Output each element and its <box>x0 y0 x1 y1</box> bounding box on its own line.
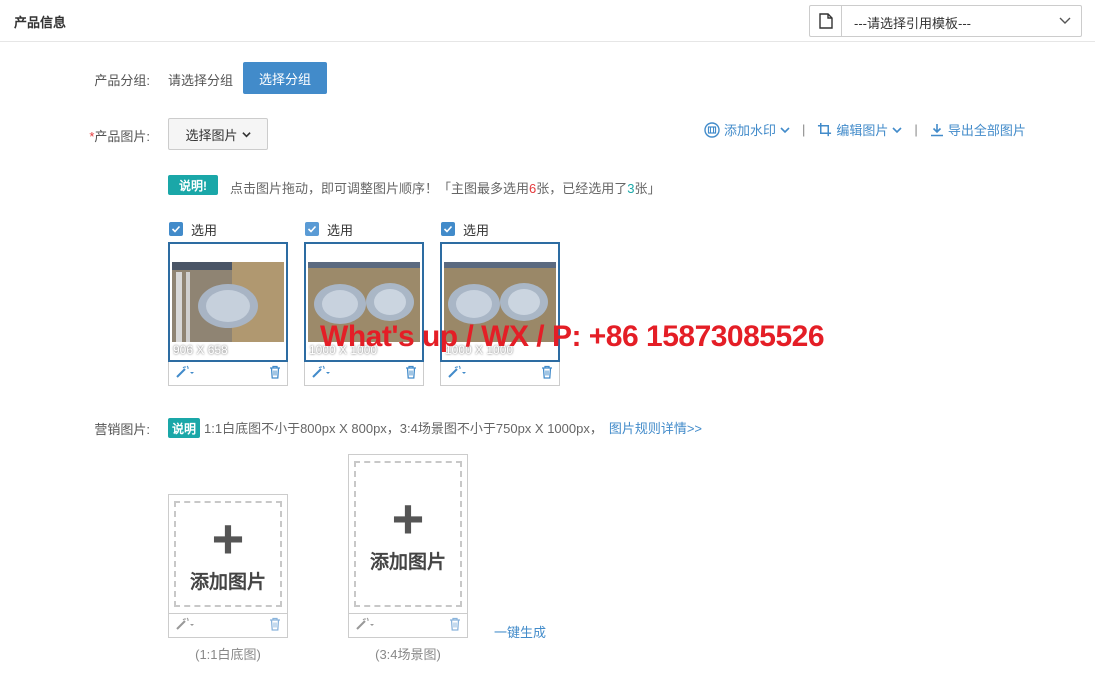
toolbar-divider: | <box>802 122 806 137</box>
group-placeholder: 请选择分组 <box>168 73 234 88</box>
toolbar-divider: | <box>914 122 918 137</box>
select-label: 选用 <box>327 222 354 238</box>
magic-wand-icon[interactable] <box>355 617 375 634</box>
trash-icon[interactable] <box>449 617 461 634</box>
template-select[interactable]: ---请选择引用模板--- <box>809 5 1082 37</box>
watermark-overlay: What's up / WX / P: +86 15873085526 <box>320 320 825 353</box>
section-header: 产品信息 ---请选择引用模板--- <box>0 0 1095 42</box>
magic-wand-icon[interactable] <box>447 365 467 382</box>
chevron-down-icon <box>780 126 790 133</box>
image-card[interactable]: 选用 906 X 658 <box>168 219 288 386</box>
plus-icon: + <box>211 506 245 570</box>
slot-footer <box>168 614 288 638</box>
checkbox-icon <box>305 222 319 236</box>
chevron-down-icon <box>892 126 902 133</box>
image-toolbar: 添加水印 | 编辑图片 | 导出全部图片 <box>704 120 1026 139</box>
file-icon <box>810 6 842 36</box>
template-select-value: ---请选择引用模板--- <box>854 16 971 31</box>
magic-wand-icon[interactable] <box>175 365 195 382</box>
add-image-label: 添加图片 <box>369 551 446 573</box>
slot-footer <box>348 614 468 638</box>
rules-detail-link[interactable]: 图片规则详情>> <box>609 421 702 436</box>
card-footer <box>168 362 288 386</box>
marketing-slot-scene: + 添加图片 (3:4场景图) <box>348 454 468 663</box>
images-label: *产品图片: <box>89 129 150 144</box>
select-images-label: 选择图片 <box>185 127 238 143</box>
chevron-down-icon <box>1059 14 1071 29</box>
checkbox-icon <box>441 222 455 236</box>
image-card[interactable]: 选用 1000 X 1000 <box>440 219 560 386</box>
add-image-box[interactable]: + 添加图片 <box>168 494 288 614</box>
product-photo <box>172 262 284 342</box>
select-label: 选用 <box>191 222 218 238</box>
add-image-label: 添加图片 <box>189 571 266 593</box>
watermark-icon <box>704 121 720 138</box>
trash-icon[interactable] <box>269 617 281 634</box>
checkbox-icon <box>169 222 183 236</box>
slot-caption: (3:4场景图) <box>375 647 441 662</box>
edit-image-button[interactable]: 编辑图片 <box>817 120 902 139</box>
marketing-note: 1:1白底图不小于800px X 800px，3:4场景图不小于750px X … <box>204 421 703 436</box>
marketing-slot-square: + 添加图片 (1:1白底图) <box>168 494 288 663</box>
add-image-dropzone[interactable]: + 添加图片 <box>174 501 282 607</box>
card-footer <box>304 362 424 386</box>
select-label: 选用 <box>463 222 490 238</box>
section-title: 产品信息 <box>14 15 67 30</box>
trash-icon[interactable] <box>269 365 281 382</box>
one-click-generate-link[interactable]: 一键生成 <box>494 622 546 641</box>
image-card[interactable]: 选用 1000 X 1000 <box>304 219 424 386</box>
download-icon <box>930 123 943 136</box>
export-all-label: 导出全部图片 <box>947 123 1026 138</box>
card-footer <box>440 362 560 386</box>
chevron-down-icon <box>241 131 251 137</box>
used-count: 3 <box>627 181 635 196</box>
select-checkbox[interactable]: 选用 <box>168 219 288 239</box>
image-dimensions: 906 X 658 <box>173 343 228 357</box>
magic-wand-icon[interactable] <box>311 365 331 382</box>
info-badge: 说明! <box>168 175 218 195</box>
select-checkbox[interactable]: 选用 <box>440 219 560 239</box>
crop-icon <box>818 122 832 137</box>
select-images-button[interactable]: 选择图片 <box>168 118 268 150</box>
plus-icon: + <box>391 486 425 550</box>
slot-caption: (1:1白底图) <box>195 647 261 662</box>
marketing-label: 营销图片: <box>94 422 150 437</box>
group-label: 产品分组: <box>94 73 150 88</box>
select-group-button[interactable]: 选择分组 <box>243 62 327 94</box>
add-watermark-button[interactable]: 添加水印 <box>704 120 790 139</box>
add-image-dropzone[interactable]: + 添加图片 <box>354 461 462 607</box>
select-checkbox[interactable]: 选用 <box>304 219 424 239</box>
image-order-note: 点击图片拖动，即可调整图片顺序！「主图最多选用6张，已经选用了3张」 <box>230 181 661 196</box>
info-badge: 说明 <box>168 418 200 438</box>
product-thumbnail[interactable]: 906 X 658 <box>168 242 288 362</box>
add-image-box[interactable]: + 添加图片 <box>348 454 468 614</box>
edit-image-label: 编辑图片 <box>836 123 889 138</box>
add-watermark-label: 添加水印 <box>724 123 777 138</box>
magic-wand-icon[interactable] <box>175 617 195 634</box>
trash-icon[interactable] <box>541 365 553 382</box>
trash-icon[interactable] <box>405 365 417 382</box>
export-all-button[interactable]: 导出全部图片 <box>930 120 1026 139</box>
